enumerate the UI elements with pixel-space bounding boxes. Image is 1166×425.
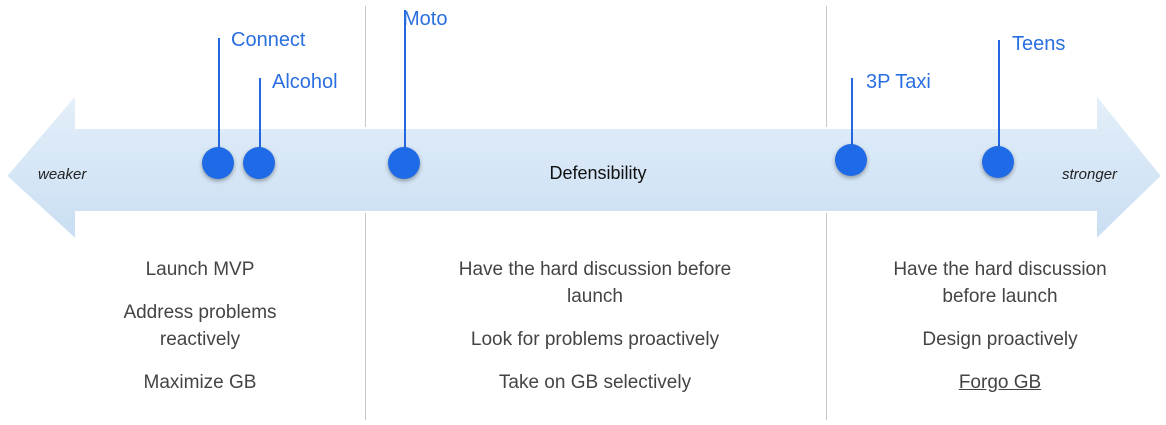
marker-label: 3P Taxi	[866, 71, 931, 93]
marker-leader-line	[998, 40, 1000, 162]
column-weak: Launch MVP Address problems reactively M…	[80, 256, 320, 412]
marker-label: Moto	[403, 8, 448, 30]
marker-leader-line	[218, 38, 220, 164]
column-middle: Have the hard discussion before launch L…	[440, 256, 750, 412]
marker-dot	[202, 147, 234, 179]
marker-dot	[982, 146, 1014, 178]
marker-dot	[243, 147, 275, 179]
marker-dot	[388, 147, 420, 179]
marker-label: Alcohol	[272, 71, 338, 93]
column-item: Take on GB selectively	[498, 372, 692, 393]
column-item: Launch MVP	[145, 259, 255, 280]
defensibility-diagram: weaker stronger Defensibility Connect Al…	[0, 0, 1166, 425]
marker-label: Connect	[231, 29, 306, 51]
marker-dot	[835, 144, 867, 176]
column-item: Have the hard discussion before launch	[893, 259, 1107, 307]
marker-leader-line	[404, 10, 406, 164]
column-strong: Have the hard discussion before launch D…	[880, 256, 1120, 412]
marker-label: Teens	[1012, 33, 1066, 55]
column-item: Address problems reactively	[123, 302, 277, 350]
column-item: Have the hard discussion before launch	[458, 259, 732, 307]
column-item: Look for problems proactively	[470, 329, 720, 350]
column-item: Forgo GB	[958, 372, 1042, 393]
column-item: Maximize GB	[143, 372, 257, 393]
column-item: Design proactively	[922, 329, 1078, 350]
